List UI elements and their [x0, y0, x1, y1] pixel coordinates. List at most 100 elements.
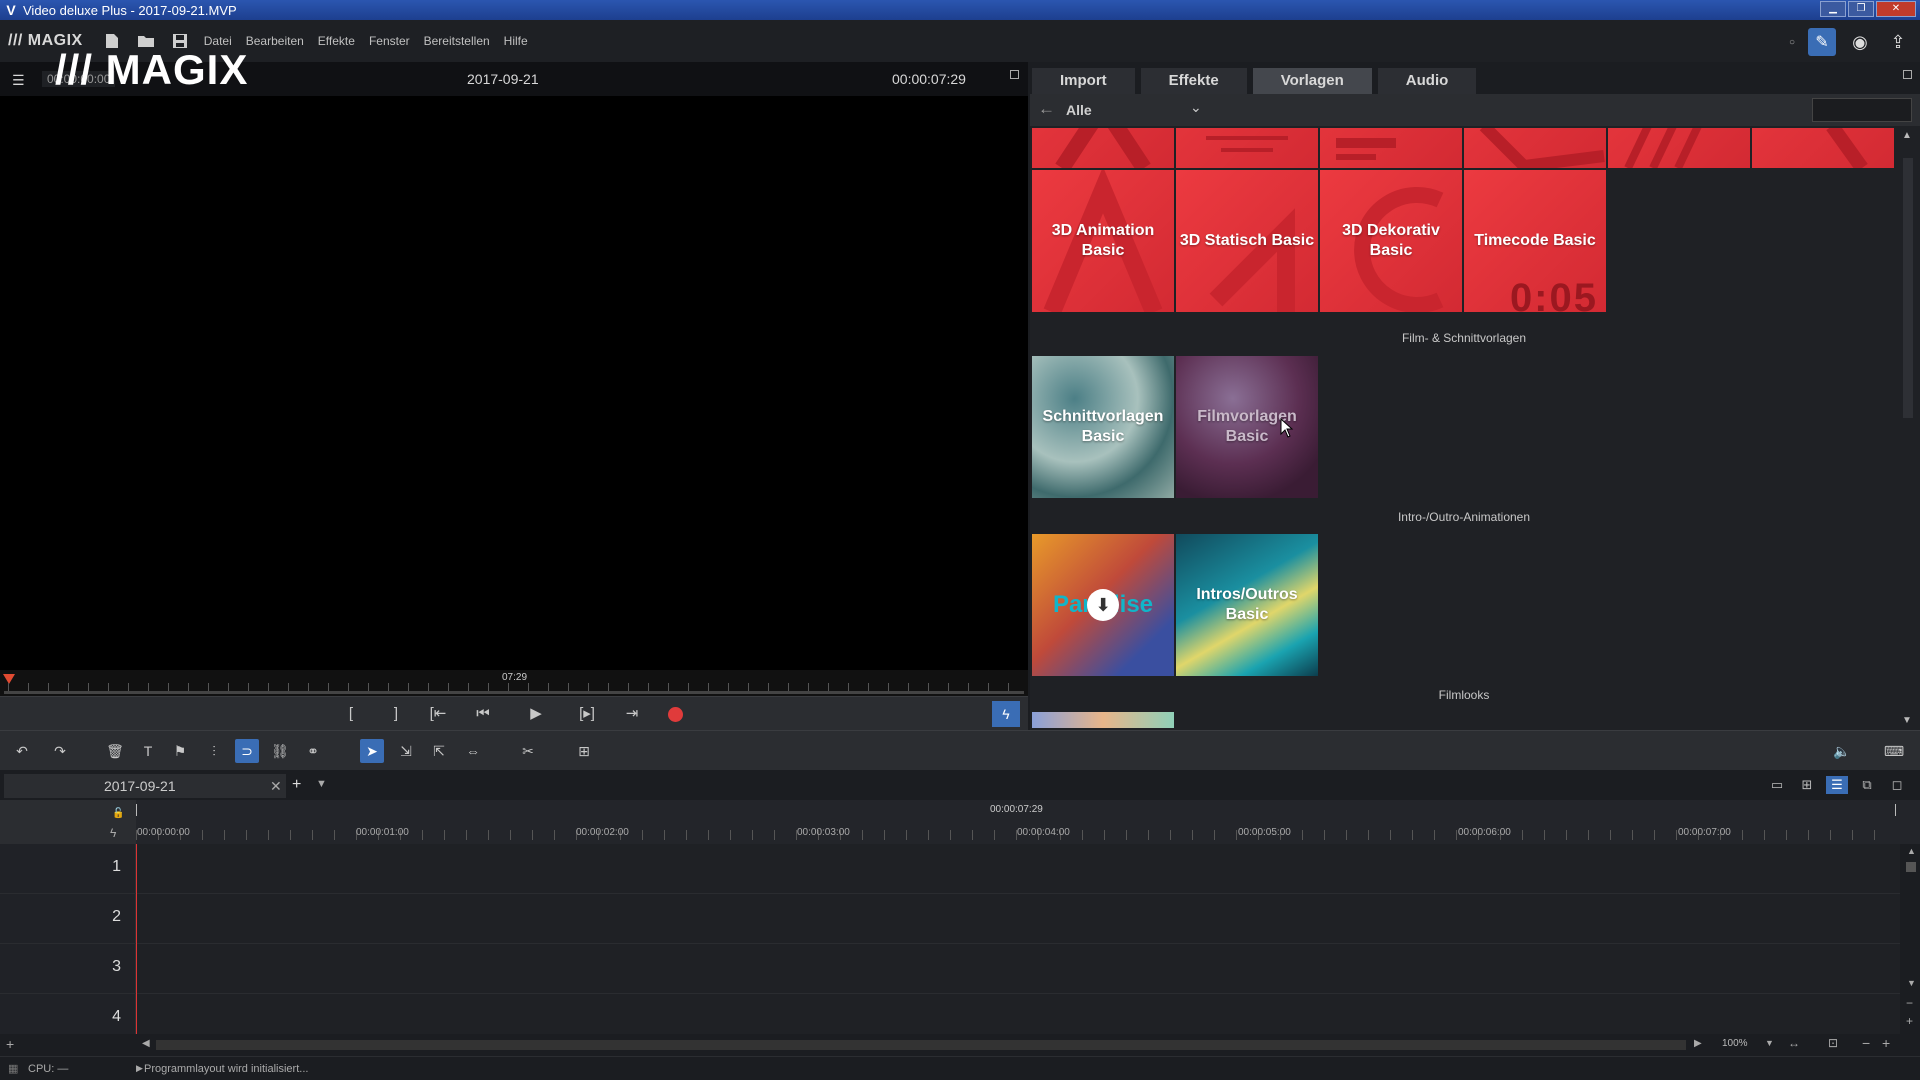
- fit-width-icon[interactable]: ↔: [1788, 1036, 1800, 1050]
- add-track-icon[interactable]: +: [6, 1036, 14, 1052]
- set-out-point-button[interactable]: ]: [383, 703, 409, 725]
- close-button[interactable]: ✕: [1876, 1, 1916, 17]
- skip-back-icon[interactable]: ⏮: [470, 703, 496, 725]
- template-tile-partial[interactable]: [1608, 128, 1750, 168]
- play-icon[interactable]: ▶: [523, 703, 549, 725]
- template-tile-partial[interactable]: [1464, 128, 1606, 168]
- play-range-icon[interactable]: [▸]: [574, 703, 600, 725]
- storyboard-view-icon[interactable]: ⊞: [1796, 776, 1818, 794]
- chevron-down-icon[interactable]: ▼: [1765, 1038, 1774, 1048]
- link-icon[interactable]: ⛓: [268, 739, 292, 763]
- unlink-icon[interactable]: ⚭: [301, 739, 325, 763]
- preview-scrubber[interactable]: 07:29: [0, 670, 1028, 696]
- minimize-button[interactable]: ▁: [1820, 1, 1846, 17]
- track-header[interactable]: 3: [0, 944, 136, 993]
- template-tile-filmlook-partial[interactable]: [1032, 712, 1174, 728]
- template-tile-intros-outros[interactable]: Intros/Outros Basic: [1176, 534, 1318, 676]
- timeline-ruler[interactable]: 🔓 ϟ 00:00:07:29 00:00:00:00 00:00:01:00 …: [0, 800, 1920, 844]
- snap-icon[interactable]: ⊃: [235, 739, 259, 763]
- scroll-down-icon[interactable]: ▼: [1907, 978, 1916, 988]
- category-dropdown[interactable]: Alle: [1066, 102, 1092, 118]
- template-tile-paradise[interactable]: Paradise ⬇: [1032, 534, 1174, 676]
- zoom-out-icon[interactable]: −: [1862, 1035, 1870, 1051]
- menu-bearbeiten[interactable]: Bearbeiten: [246, 34, 304, 48]
- template-tile-partial[interactable]: [1320, 128, 1462, 168]
- track-header[interactable]: 1: [0, 844, 136, 893]
- tab-vorlagen[interactable]: Vorlagen: [1252, 68, 1372, 94]
- single-view-icon[interactable]: ▭: [1766, 776, 1788, 794]
- cut-icon[interactable]: ✂: [516, 739, 540, 763]
- add-timeline-icon[interactable]: +: [292, 776, 301, 794]
- maximize-panel-icon[interactable]: [1903, 70, 1912, 79]
- scroll-left-icon[interactable]: ◀: [142, 1038, 150, 1049]
- flash-icon[interactable]: ϟ: [110, 826, 116, 840]
- zoom-out-tracks-icon[interactable]: −: [1906, 996, 1913, 1010]
- menu-hilfe[interactable]: Hilfe: [504, 34, 528, 48]
- track-lane[interactable]: [137, 844, 1900, 893]
- delete-icon[interactable]: 🗑: [103, 739, 127, 763]
- scroll-right-icon[interactable]: ▶: [1694, 1038, 1702, 1049]
- zoom-level[interactable]: 100%: [1722, 1038, 1748, 1049]
- timeline-view-icon[interactable]: ☰: [1826, 776, 1848, 794]
- tab-import[interactable]: Import: [1032, 68, 1135, 94]
- set-in-point-button[interactable]: [: [338, 703, 364, 725]
- template-tile-partial[interactable]: [1752, 128, 1894, 168]
- scroll-up-icon[interactable]: ▲: [1902, 130, 1912, 141]
- zoom-in-icon[interactable]: +: [1882, 1035, 1890, 1051]
- scroll-down-icon[interactable]: ▼: [1902, 715, 1912, 726]
- chevron-down-icon[interactable]: ⌄: [1190, 99, 1202, 116]
- menu-fenster[interactable]: Fenster: [369, 34, 410, 48]
- multicam-view-icon[interactable]: ⧉: [1856, 776, 1878, 794]
- target-icon[interactable]: ◉: [1846, 28, 1874, 56]
- template-tile-partial[interactable]: [1032, 128, 1174, 168]
- maximize-timeline-icon[interactable]: ◻: [1886, 776, 1908, 794]
- pointer-tool-icon[interactable]: ➤: [360, 739, 384, 763]
- tab-effekte[interactable]: Effekte: [1140, 68, 1247, 94]
- text-icon[interactable]: T: [136, 739, 160, 763]
- menu-bereitstellen[interactable]: Bereitstellen: [424, 34, 490, 48]
- maximize-preview-icon[interactable]: [1010, 70, 1019, 79]
- template-tile-timecode[interactable]: Timecode Basic 0:05: [1464, 170, 1606, 312]
- timeline-tab[interactable]: 2017-09-21 ✕: [4, 774, 286, 798]
- zoom-in-tracks-icon[interactable]: +: [1906, 1014, 1913, 1028]
- template-scrollbar[interactable]: ▲ ▼: [1900, 128, 1916, 728]
- record-button[interactable]: [668, 707, 683, 722]
- redo-icon[interactable]: ↷: [48, 739, 72, 763]
- range-select-icon[interactable]: ⇲: [394, 739, 418, 763]
- menu-effekte[interactable]: Effekte: [318, 34, 355, 48]
- scroll-up-icon[interactable]: ▲: [1907, 846, 1916, 856]
- scroll-thumb[interactable]: [1906, 862, 1916, 872]
- template-tile-3d-animation[interactable]: 3D Animation Basic: [1032, 170, 1174, 312]
- close-tab-icon[interactable]: ✕: [270, 774, 282, 798]
- scroll-thumb[interactable]: [1903, 158, 1913, 418]
- template-tile-filmvorlagen[interactable]: Filmvorlagen Basic: [1176, 356, 1318, 498]
- volume-icon[interactable]: 🔈: [1830, 739, 1854, 763]
- download-icon[interactable]: ⬇: [1087, 589, 1119, 621]
- fit-project-icon[interactable]: ⊡: [1828, 1036, 1838, 1050]
- hamburger-menu-icon[interactable]: ☰: [12, 72, 25, 89]
- timeline-playhead[interactable]: [136, 844, 137, 1034]
- template-tile-partial[interactable]: [1176, 128, 1318, 168]
- track-header[interactable]: 2: [0, 894, 136, 943]
- keyboard-icon[interactable]: ⌨: [1882, 739, 1906, 763]
- stretch-tool-icon[interactable]: ⇔: [461, 739, 485, 763]
- undo-icon[interactable]: ↶: [10, 739, 34, 763]
- chevron-down-icon[interactable]: ▼: [316, 778, 327, 790]
- go-to-out-icon[interactable]: ⇥: [619, 703, 645, 725]
- scrub-track[interactable]: [4, 691, 1024, 694]
- marker-flag-icon[interactable]: ⚑: [168, 739, 192, 763]
- timeline-vertical-scrollbar[interactable]: ▲ ▼ − +: [1902, 844, 1920, 1034]
- tab-audio[interactable]: Audio: [1377, 68, 1477, 94]
- template-tile-3d-dekorativ[interactable]: 3D Dekorativ Basic: [1320, 170, 1462, 312]
- flash-effect-icon[interactable]: ϟ: [992, 701, 1020, 727]
- template-tile-schnittvorlagen[interactable]: Schnittvorlagen Basic: [1032, 356, 1174, 498]
- puzzle-icon[interactable]: ✎: [1808, 28, 1836, 56]
- multi-select-icon[interactable]: ⇱: [427, 739, 451, 763]
- search-input[interactable]: [1812, 98, 1912, 122]
- back-arrow-icon[interactable]: ←: [1038, 99, 1055, 119]
- mixer-icon[interactable]: ⫶: [202, 739, 226, 763]
- go-to-in-icon[interactable]: [⇤: [425, 703, 451, 725]
- maximize-button[interactable]: ❐: [1848, 1, 1874, 17]
- lock-icon[interactable]: 🔓: [112, 808, 124, 819]
- template-tile-3d-statisch[interactable]: 3D Statisch Basic: [1176, 170, 1318, 312]
